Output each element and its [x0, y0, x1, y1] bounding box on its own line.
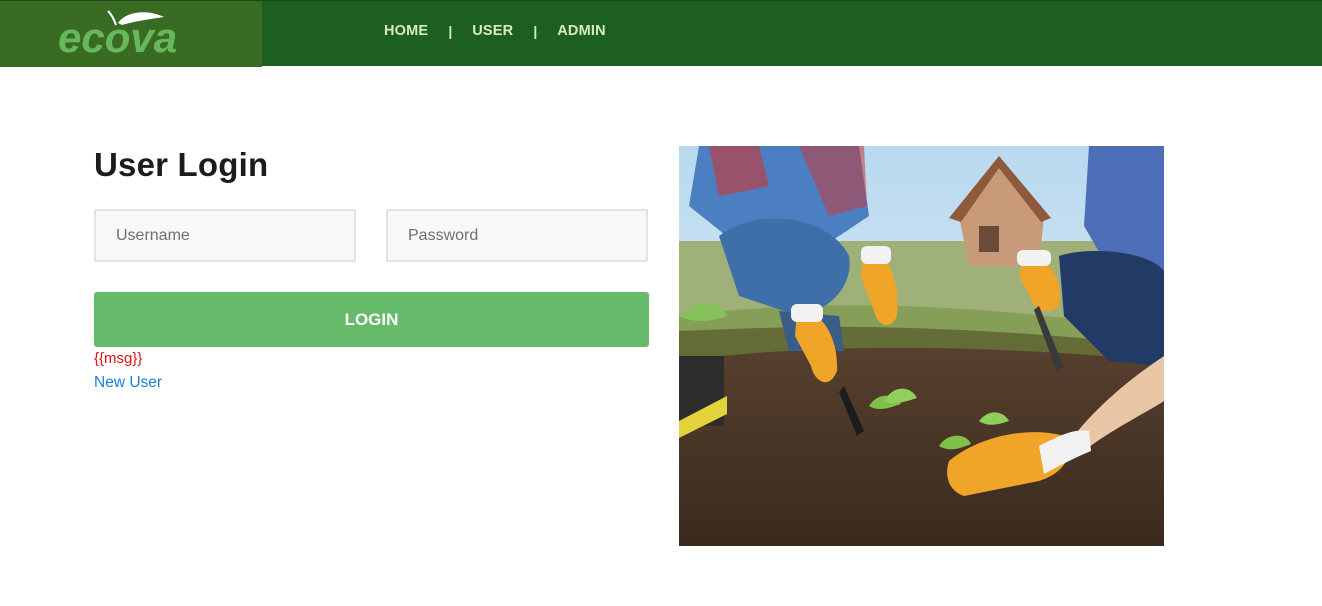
- login-button[interactable]: LOGIN: [94, 292, 649, 347]
- nav-user-link[interactable]: USER: [472, 23, 513, 39]
- username-input[interactable]: [94, 209, 356, 262]
- message-text: {{msg}}: [94, 350, 143, 367]
- new-user-link[interactable]: New User: [94, 374, 162, 392]
- nav-home-link[interactable]: HOME: [384, 23, 428, 39]
- main-nav: HOME | USER | ADMIN: [384, 22, 606, 40]
- logo-text: ecova: [58, 14, 177, 59]
- nav-separator: |: [533, 23, 538, 39]
- gardening-photo: [679, 146, 1164, 546]
- ecova-logo: ecova: [58, 10, 177, 59]
- nav-separator: |: [448, 23, 453, 39]
- top-navbar: ecova HOME | USER | ADMIN: [0, 0, 1322, 67]
- password-input[interactable]: [386, 209, 648, 262]
- page-title: User Login: [94, 146, 269, 183]
- nav-admin-link[interactable]: ADMIN: [557, 23, 606, 39]
- gardening-illustration: [679, 146, 1164, 546]
- logo-container[interactable]: ecova: [0, 1, 262, 67]
